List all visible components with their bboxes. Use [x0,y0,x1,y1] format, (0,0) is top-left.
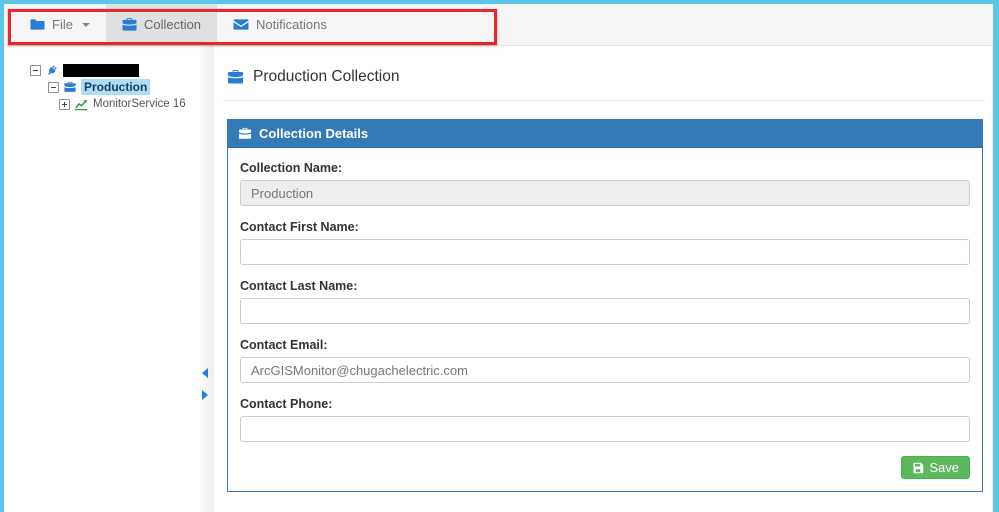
tree-node-monitorservice[interactable]: MonitorService 16 [59,96,200,112]
contact-first-name-input[interactable] [240,239,970,265]
contact-email-group: Contact Email: [240,338,970,383]
panel-body: Collection Name: Contact First Name: Con… [228,148,982,491]
save-button-label: Save [929,460,959,475]
briefcase-icon [64,81,76,93]
menu-file-label: File [52,17,73,32]
menu-file[interactable]: File [14,4,106,45]
menu-collection[interactable]: Collection [106,4,217,45]
collection-name-label: Collection Name: [240,161,970,175]
envelope-icon [233,17,249,32]
chevron-down-icon [82,23,90,27]
collection-name-input[interactable] [240,180,970,206]
app-content: File Collection Notifications [4,4,993,512]
panel-header: Collection Details [228,120,982,148]
contact-last-name-input[interactable] [240,298,970,324]
tree-node-production-label: Production [81,79,150,95]
panel-splitter[interactable] [200,46,214,512]
expand-right-icon[interactable] [202,390,208,400]
contact-email-input[interactable] [240,357,970,383]
tree-node-production[interactable]: Production [48,79,200,95]
contact-email-label: Contact Email: [240,338,970,352]
contact-phone-label: Contact Phone: [240,397,970,411]
main-area: Production Collection Collection Details… [214,46,993,512]
save-floppy-icon [912,462,924,474]
contact-last-name-group: Contact Last Name: [240,279,970,324]
save-row: Save [240,456,970,479]
contact-phone-group: Contact Phone: [240,397,970,442]
contact-phone-input[interactable] [240,416,970,442]
collapse-left-icon[interactable] [202,368,208,378]
menu-collection-label: Collection [144,17,201,32]
save-button[interactable]: Save [901,456,970,479]
menu-notifications[interactable]: Notifications [217,4,343,45]
tree-panel: Production MonitorService 16 [4,46,200,512]
app-window: File Collection Notifications [0,0,999,512]
contact-first-name-group: Contact First Name: [240,220,970,265]
collapse-toggle-icon[interactable] [30,65,41,76]
page-title: Production Collection [223,68,985,86]
redacted-node-label [63,64,139,77]
expand-toggle-icon[interactable] [59,99,70,110]
briefcase-icon [122,17,137,32]
line-chart-icon [75,98,88,111]
collapse-toggle-icon[interactable] [48,82,59,93]
contact-last-name-label: Contact Last Name: [240,279,970,293]
menu-notifications-label: Notifications [256,17,327,32]
title-divider [223,100,985,101]
collection-details-panel: Collection Details Collection Name: Cont… [227,119,983,492]
menubar: File Collection Notifications [4,4,993,46]
tree-node-monitorservice-label: MonitorService 16 [93,98,186,110]
briefcase-icon [227,69,244,85]
tree-node-root[interactable] [30,62,200,78]
folder-icon [30,17,45,32]
page-title-text: Production Collection [253,68,399,86]
connection-plug-icon [46,64,58,77]
content-row: Production MonitorService 16 [4,46,993,512]
collection-name-group: Collection Name: [240,161,970,206]
contact-first-name-label: Contact First Name: [240,220,970,234]
panel-header-title: Collection Details [259,126,368,141]
briefcase-icon [238,127,252,140]
splitter-arrows [202,368,208,400]
